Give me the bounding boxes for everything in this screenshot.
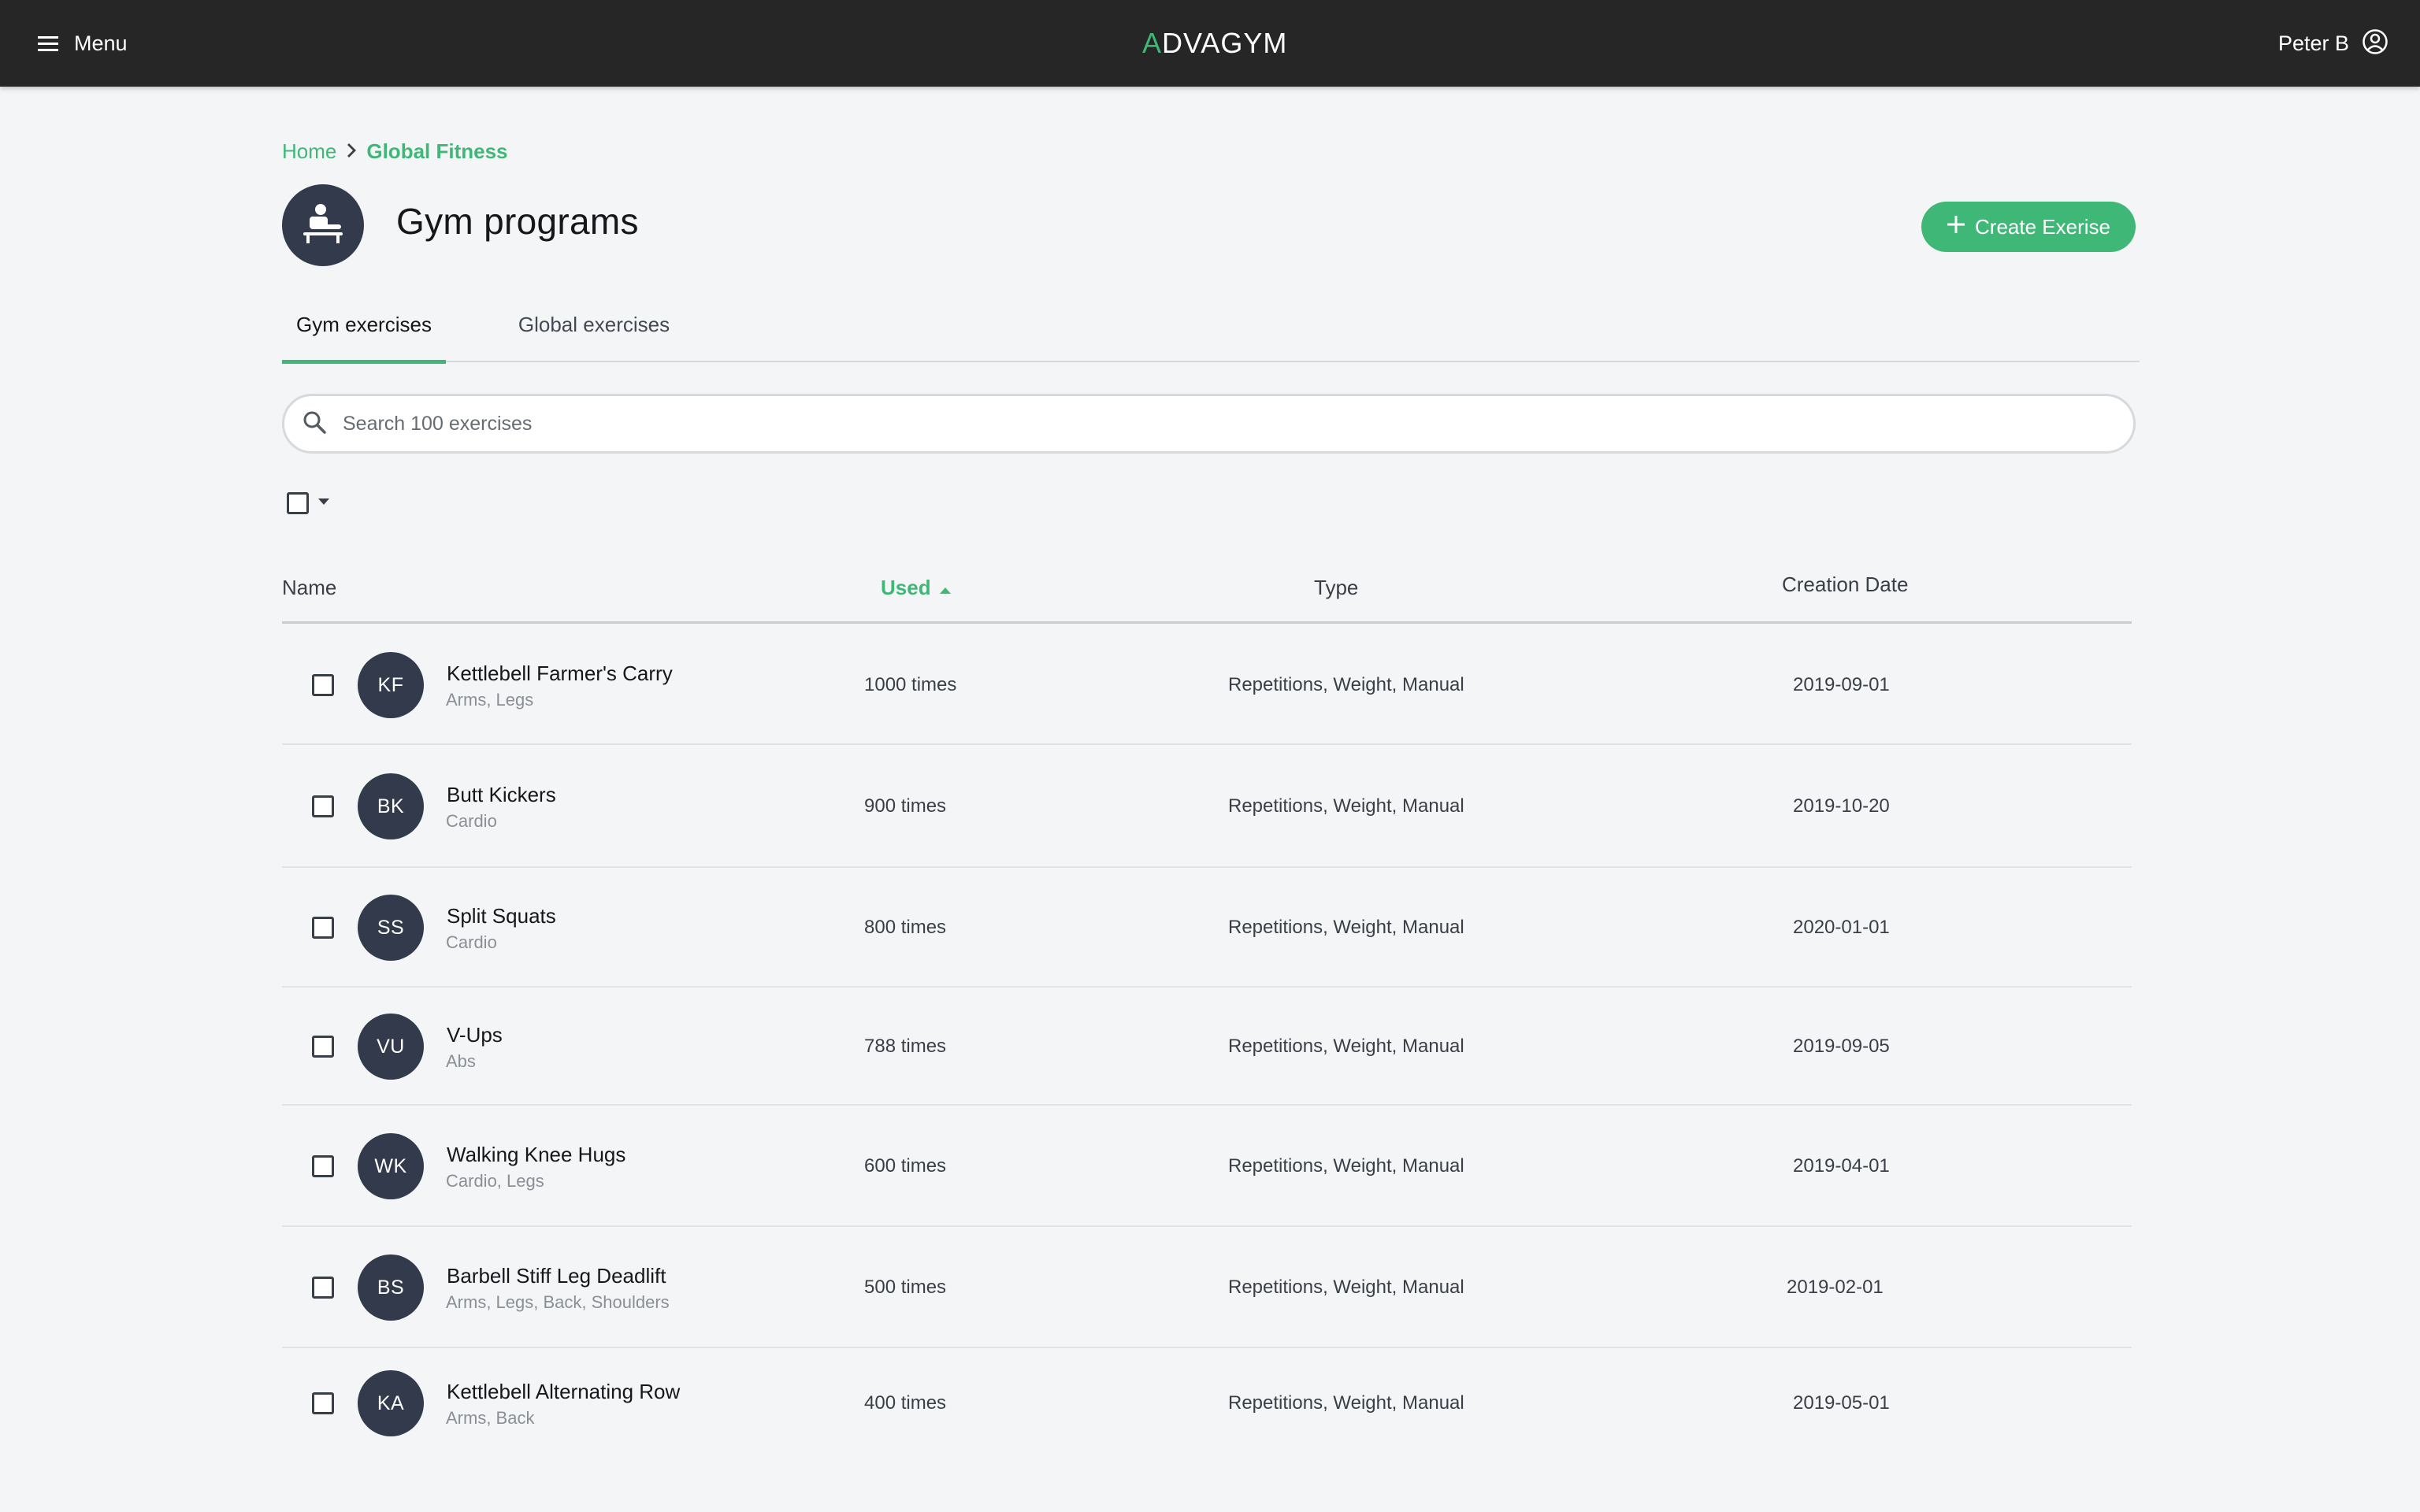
exercise-avatar: BS — [358, 1254, 424, 1321]
exercise-name[interactable]: Kettlebell Alternating Row — [447, 1380, 680, 1404]
advagym-logo[interactable]: A DVAGYM — [1142, 24, 1287, 63]
used-count: 600 times — [864, 1155, 947, 1177]
plus-icon — [1947, 215, 1965, 239]
exercise-type: Repetitions, Weight, Manual — [1228, 1155, 1464, 1177]
menu-label: Menu — [74, 31, 128, 55]
user-account-icon — [2362, 28, 2388, 59]
table-row[interactable]: BK Butt Kickers Cardio 900 times Repetitions… — [282, 745, 2132, 868]
used-count: 900 times — [864, 795, 947, 817]
exercise-avatar: KA — [358, 1370, 424, 1436]
exercise-name[interactable]: Barbell Stiff Leg Deadlift — [447, 1264, 666, 1288]
search-box — [282, 394, 2136, 454]
page-title: Gym programs — [396, 201, 639, 242]
exercise-type: Repetitions, Weight, Manual — [1228, 1036, 1464, 1057]
row-checkbox[interactable] — [312, 1277, 334, 1299]
table-header: Name Used Type Creation Date — [282, 551, 2132, 624]
caret-down-icon[interactable] — [317, 496, 331, 510]
page-icon — [282, 184, 364, 266]
exercise-type: Repetitions, Weight, Manual — [1228, 1277, 1464, 1298]
search-icon — [302, 410, 327, 439]
exercise-name[interactable]: Walking Knee Hugs — [447, 1143, 625, 1167]
row-checkbox[interactable] — [312, 1036, 334, 1058]
exercise-avatar: WK — [358, 1133, 424, 1199]
bulk-select[interactable] — [287, 490, 331, 517]
exercise-avatar: BK — [358, 773, 424, 839]
exercise-name[interactable]: V-Ups — [447, 1023, 503, 1047]
used-count: 800 times — [864, 917, 947, 938]
tab-bar: Gym exercises Global exercises — [282, 287, 2140, 364]
creation-date: 2019-02-01 — [1787, 1277, 1884, 1298]
tab-global-exercises[interactable]: Global exercises — [510, 287, 677, 362]
exercise-type: Repetitions, Weight, Manual — [1228, 795, 1464, 817]
exercise-tags: Arms, Legs — [446, 690, 534, 710]
search-input[interactable] — [343, 412, 2133, 435]
exercise-bench-icon — [300, 202, 346, 249]
table-row[interactable]: KF Kettlebell Farmer's Carry Arms, Legs 100… — [282, 625, 2132, 745]
user-name: Peter B — [2277, 31, 2349, 55]
column-header-creation-date[interactable]: Creation Date — [1782, 548, 1908, 621]
creation-date: 2019-09-01 — [1793, 674, 1890, 695]
logo-mark: A — [1142, 27, 1163, 59]
used-count: 500 times — [864, 1277, 947, 1298]
row-checkbox[interactable] — [312, 795, 334, 817]
user-menu[interactable]: Peter B — [2278, 26, 2388, 61]
exercise-type: Repetitions, Weight, Manual — [1228, 917, 1464, 938]
exercise-name[interactable]: Split Squats — [447, 904, 556, 928]
exercise-avatar: KF — [358, 652, 424, 718]
create-exercise-label: Create Exerise — [1975, 214, 2110, 239]
select-all-checkbox[interactable] — [287, 492, 309, 514]
column-header-type[interactable]: Type — [1314, 551, 1358, 624]
exercise-tags: Arms, Back — [446, 1408, 535, 1428]
exercise-name[interactable]: Butt Kickers — [447, 783, 556, 807]
exercise-tags: Cardio — [446, 932, 497, 952]
row-checkbox[interactable] — [312, 1392, 334, 1414]
exercise-avatar: SS — [358, 895, 424, 961]
exercise-type: Repetitions, Weight, Manual — [1228, 674, 1464, 695]
breadcrumb-current[interactable]: Global Fitness — [366, 139, 507, 164]
column-header-name[interactable]: Name — [282, 551, 336, 624]
exercise-tags: Arms, Legs, Back, Shoulders — [446, 1292, 670, 1312]
creation-date: 2020-01-01 — [1793, 917, 1890, 938]
exercise-tags: Cardio, Legs — [446, 1171, 544, 1191]
table-row[interactable]: KA Kettlebell Alternating Row Arms, Back 40… — [282, 1348, 2132, 1458]
top-bar: Menu A DVAGYM Peter B — [0, 0, 2420, 87]
row-checkbox[interactable] — [312, 917, 334, 939]
logo-text: DVAGYM — [1162, 27, 1288, 59]
column-header-used-label: Used — [881, 575, 931, 599]
table-row[interactable]: BS Barbell Stiff Leg Deadlift Arms, Legs, … — [282, 1227, 2132, 1348]
breadcrumb: Home Global Fitness — [282, 135, 508, 167]
column-header-used[interactable]: Used — [881, 551, 952, 624]
creation-date: 2019-09-05 — [1793, 1036, 1890, 1057]
creation-date: 2019-04-01 — [1793, 1155, 1890, 1177]
sort-ascending-icon — [939, 576, 952, 600]
menu-button[interactable]: Menu — [38, 26, 128, 61]
exercise-tags: Abs — [446, 1051, 476, 1071]
chevron-right-icon — [346, 139, 357, 164]
create-exercise-button[interactable]: Create Exerise — [1921, 202, 2136, 252]
exercise-type: Repetitions, Weight, Manual — [1228, 1392, 1464, 1414]
hamburger-icon — [38, 35, 58, 52]
table-row[interactable]: VU V-Ups Abs 788 times Repetitions, Weight, … — [282, 988, 2132, 1106]
used-count: 1000 times — [864, 674, 957, 695]
row-checkbox[interactable] — [312, 1155, 334, 1177]
row-checkbox[interactable] — [312, 674, 334, 696]
exercise-tags: Cardio — [446, 811, 497, 831]
tab-gym-exercises[interactable]: Gym exercises — [282, 287, 446, 364]
breadcrumb-home[interactable]: Home — [282, 139, 336, 164]
used-count: 400 times — [864, 1392, 947, 1414]
table-row[interactable]: WK Walking Knee Hugs Cardio, Legs 600 times… — [282, 1106, 2132, 1227]
used-count: 788 times — [864, 1036, 947, 1057]
exercise-avatar: VU — [358, 1014, 424, 1080]
creation-date: 2019-05-01 — [1793, 1392, 1890, 1414]
table-row[interactable]: SS Split Squats Cardio 800 times Repetitions… — [282, 868, 2132, 988]
exercise-name[interactable]: Kettlebell Farmer's Carry — [447, 662, 673, 686]
creation-date: 2019-10-20 — [1793, 795, 1890, 817]
